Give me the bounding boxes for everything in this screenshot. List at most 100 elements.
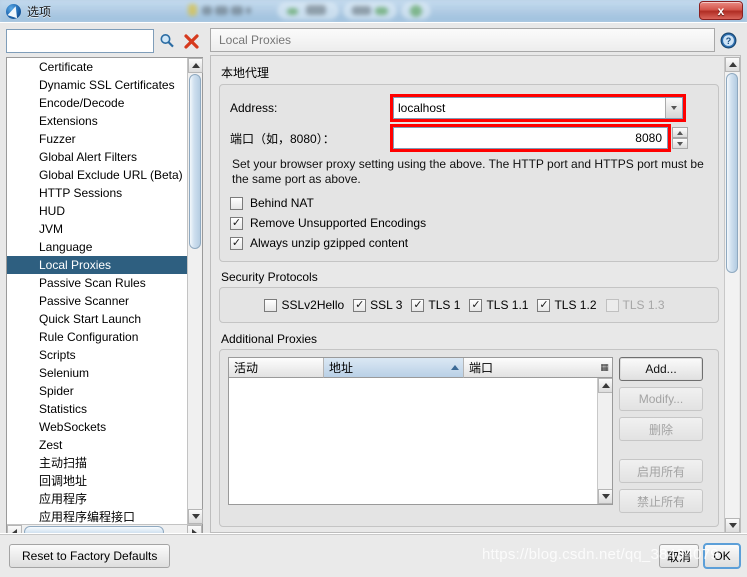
spinner-down-icon[interactable]	[672, 138, 688, 149]
sidebar-item[interactable]: Statistics	[7, 400, 187, 418]
ok-button-label: OK	[713, 549, 731, 563]
sidebar-item[interactable]: HUD	[7, 202, 187, 220]
checkbox-checked-icon[interactable]: ✓	[469, 298, 483, 312]
sidebar-item[interactable]: Local Proxies	[7, 256, 187, 274]
checkbox-label: SSLv2Hello	[281, 298, 345, 312]
search-input[interactable]	[6, 29, 154, 53]
sidebar-item[interactable]: Dynamic SSL Certificates	[7, 76, 187, 94]
table-column-header[interactable]: 活动	[229, 358, 324, 378]
sidebar-item-label: Global Alert Filters	[39, 150, 138, 164]
port-spinner[interactable]	[672, 127, 688, 149]
table-scroll-down-arrow-icon[interactable]	[598, 489, 612, 504]
reset-to-factory-defaults-button[interactable]: Reset to Factory Defaults	[9, 544, 171, 568]
cancel-button[interactable]: 取消	[659, 544, 699, 568]
protocol-checkbox-item[interactable]: ✓ TLS 1	[411, 298, 460, 312]
protocol-checkbox-item[interactable]: SSLv2Hello	[264, 298, 344, 312]
sidebar-item[interactable]: 回调地址	[7, 472, 187, 490]
checkbox-unchecked-icon[interactable]	[264, 298, 278, 312]
sidebar-item-label: 主动扫描	[39, 456, 88, 470]
table-column-header[interactable]: 地址	[324, 358, 464, 378]
options-category-list: Certificate Dynamic SSL Certificates Encod…	[6, 57, 203, 540]
checkbox-unchecked-icon[interactable]	[230, 196, 243, 210]
local-proxy-checkbox[interactable]: Behind NAT	[230, 193, 708, 213]
sidebar-item[interactable]: 应用程序编程接口	[7, 508, 187, 524]
protocol-checkbox-item[interactable]: ✓ TLS 1.1	[469, 298, 528, 312]
checkbox-unchecked-icon[interactable]	[605, 298, 619, 312]
panel-vertical-scrollbar[interactable]	[724, 57, 740, 532]
local-proxy-checkbox[interactable]: ✓ Always unzip gzipped content	[230, 233, 708, 253]
ok-button[interactable]: OK	[703, 543, 741, 569]
proxy-action-button-label: 删除	[648, 422, 673, 437]
sidebar-item[interactable]: Global Alert Filters	[7, 148, 187, 166]
local-proxy-checkbox[interactable]: ✓ Remove Unsupported Encodings	[230, 213, 708, 233]
proxy-action-button[interactable]: Add...	[619, 357, 703, 381]
sidebar-item-label: Global Exclude URL (Beta)	[39, 168, 183, 182]
protocol-checkbox[interactable]: SSLv2Hello	[264, 298, 344, 312]
checkbox-label: SSL 3	[370, 298, 403, 312]
sidebar-item[interactable]: JVM	[7, 220, 187, 238]
checkbox-checked-icon[interactable]: ✓	[353, 298, 367, 312]
protocol-checkbox[interactable]: ✓ TLS 1	[411, 298, 460, 312]
sidebar-item[interactable]: Zest	[7, 436, 187, 454]
sidebar-item[interactable]: Language	[7, 238, 187, 256]
sidebar-item-label: JVM	[39, 222, 63, 236]
checkbox-checked-icon[interactable]: ✓	[411, 298, 425, 312]
sidebar-item[interactable]: Passive Scan Rules	[7, 274, 187, 292]
checkbox-checked-icon[interactable]: ✓	[230, 236, 243, 250]
protocol-checkbox[interactable]: ✓ SSL 3	[353, 298, 402, 312]
protocol-checkbox[interactable]: ✓ TLS 1.2	[537, 298, 597, 312]
checkbox-checked-icon[interactable]: ✓	[537, 298, 551, 312]
checkbox-label: Always unzip gzipped content	[250, 236, 409, 250]
red-x-clear-icon[interactable]	[180, 29, 202, 53]
table-body[interactable]	[229, 378, 597, 504]
protocol-checkbox-item[interactable]: TLS 1.3	[605, 298, 665, 312]
sidebar-item[interactable]: Selenium	[7, 364, 187, 382]
table-scroll-up-arrow-icon[interactable]	[598, 378, 612, 393]
panel-scroll-down-arrow-icon[interactable]	[725, 518, 740, 532]
category-list-vertical-scrollbar[interactable]	[187, 58, 203, 524]
sidebar-item[interactable]: Quick Start Launch	[7, 310, 187, 328]
sidebar-item[interactable]: Spider	[7, 382, 187, 400]
table-vertical-scrollbar[interactable]	[597, 378, 612, 504]
table-column-chooser-icon[interactable]: ▦	[597, 358, 612, 378]
sidebar-item[interactable]: Passive Scanner	[7, 292, 187, 310]
panel-scrollbar-thumb[interactable]	[726, 73, 738, 273]
sidebar-item[interactable]: WebSockets	[7, 418, 187, 436]
port-input[interactable]: 8080	[393, 127, 668, 149]
additional-proxies-table: 活动 地址 端口 ▦	[228, 357, 613, 505]
table-header-row: 活动 地址 端口	[229, 358, 612, 378]
port-highlight-box: 8080	[390, 124, 671, 152]
table-column-header[interactable]: 端口	[464, 358, 599, 378]
sidebar-item[interactable]: Extensions	[7, 112, 187, 130]
sidebar-item[interactable]: Scripts	[7, 346, 187, 364]
magnifier-icon[interactable]	[156, 29, 178, 53]
address-combobox[interactable]: localhost	[393, 97, 683, 119]
proxy-action-button-label: Add...	[645, 362, 677, 376]
protocol-checkbox[interactable]: TLS 1.3	[605, 298, 665, 312]
scrollbar-thumb[interactable]	[189, 74, 201, 249]
chevron-down-icon[interactable]	[665, 98, 682, 118]
scroll-down-arrow-icon[interactable]	[188, 509, 203, 524]
spinner-up-icon[interactable]	[672, 127, 688, 138]
scroll-up-arrow-icon[interactable]	[188, 58, 203, 73]
sidebar-item-label: WebSockets	[39, 420, 107, 434]
protocol-checkbox-item[interactable]: ✓ TLS 1.2	[537, 298, 597, 312]
sidebar-item[interactable]: Rule Configuration	[7, 328, 187, 346]
sidebar-item[interactable]: Encode/Decode	[7, 94, 187, 112]
question-mark-help-icon[interactable]: ?	[718, 30, 738, 50]
sidebar-item[interactable]: Fuzzer	[7, 130, 187, 148]
zap-logo-icon	[6, 3, 21, 19]
close-button[interactable]: x	[699, 1, 743, 20]
panel-scroll-up-arrow-icon[interactable]	[725, 57, 740, 72]
sidebar-item[interactable]: HTTP Sessions	[7, 184, 187, 202]
table-column-header-label: 地址	[329, 360, 354, 375]
port-label: 端口（如，8080）：	[230, 131, 335, 146]
sidebar-item-label: Rule Configuration	[39, 330, 139, 344]
sidebar-item[interactable]: Certificate	[7, 58, 187, 76]
sidebar-item[interactable]: Global Exclude URL (Beta)	[7, 166, 187, 184]
protocol-checkbox[interactable]: ✓ TLS 1.1	[469, 298, 528, 312]
checkbox-checked-icon[interactable]: ✓	[230, 216, 243, 230]
sidebar-item[interactable]: 应用程序	[7, 490, 187, 508]
sidebar-item[interactable]: 主动扫描	[7, 454, 187, 472]
protocol-checkbox-item[interactable]: ✓ SSL 3	[353, 298, 402, 312]
